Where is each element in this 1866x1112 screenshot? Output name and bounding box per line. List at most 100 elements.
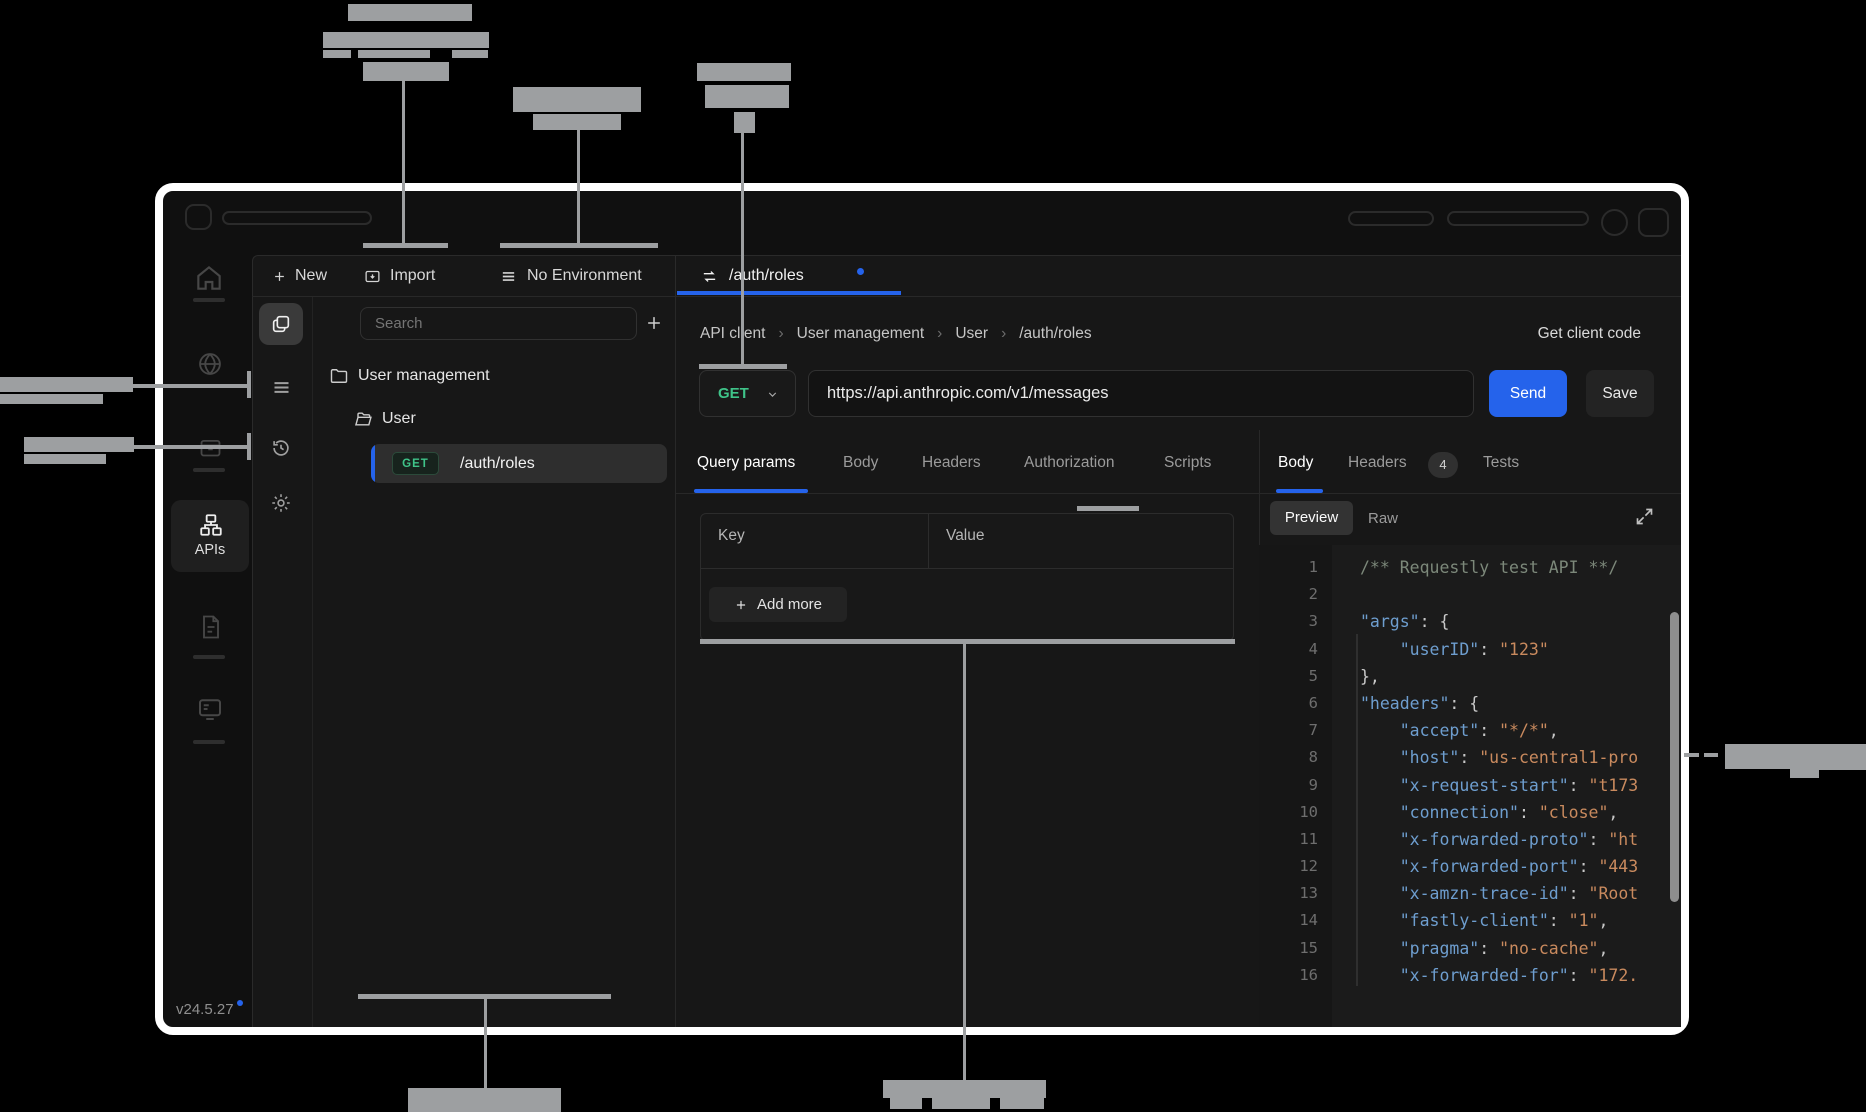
response-body-viewer[interactable]: 1/** Requestly test API **/23"args": {4 … (1259, 545, 1681, 1027)
chrome-circle-button[interactable] (1601, 209, 1628, 236)
sidebar-item-apis[interactable]: APIs (171, 500, 249, 572)
import-button[interactable]: Import (364, 264, 435, 288)
toolbar-divider (252, 296, 1681, 297)
search-input[interactable] (360, 307, 637, 340)
active-request-tab-underline (694, 489, 808, 493)
redacted-annotation (1818, 755, 1866, 770)
version-update-dot (237, 1000, 243, 1006)
preview-toggle[interactable]: Preview (1270, 501, 1353, 535)
new-label: New (295, 267, 327, 285)
code-line: 4 "userID": "123" (1259, 636, 1681, 663)
selected-accent-bar (371, 444, 375, 483)
apis-icon (198, 512, 224, 538)
code-line: 12 "x-forwarded-port": "443 (1259, 853, 1681, 880)
chevron-right-icon: › (937, 325, 942, 343)
file-icon[interactable] (197, 612, 225, 642)
redacted-annotation (323, 32, 489, 48)
raw-toggle[interactable]: Raw (1368, 510, 1398, 527)
folder-icon (329, 366, 349, 386)
response-tab-body[interactable]: Body (1278, 454, 1313, 472)
code-line: 11 "x-forwarded-proto": "ht (1259, 826, 1681, 853)
rail-item-collections[interactable] (259, 303, 303, 345)
annotation-tick (247, 371, 251, 398)
swap-arrows-icon (700, 268, 719, 285)
code-lines: 1/** Requestly test API **/23"args": {4 … (1259, 554, 1681, 989)
redacted-annotation (452, 50, 488, 58)
redacted-annotation (533, 114, 621, 130)
annotation-connector (134, 445, 247, 449)
redacted-annotation (705, 85, 789, 108)
expand-icon[interactable] (1634, 506, 1655, 527)
annotation-connector (133, 384, 247, 388)
url-input[interactable] (808, 370, 1474, 417)
redacted-annotation (348, 4, 472, 21)
method-select[interactable]: GET (699, 370, 796, 417)
rail-item-settings[interactable] (270, 492, 292, 514)
chevron-down-icon (766, 388, 779, 401)
response-tab-tests[interactable]: Tests (1483, 454, 1519, 472)
code-line: 8 "host": "us-central1-pro (1259, 744, 1681, 771)
breadcrumb-item[interactable]: User management (797, 325, 925, 343)
code-scrollbar[interactable] (1670, 612, 1679, 902)
annotation-connector (741, 133, 744, 364)
tab-authorization[interactable]: Authorization (1024, 454, 1114, 472)
params-value-header[interactable]: Value (946, 527, 985, 545)
apis-label: APIs (171, 542, 249, 558)
chrome-pill-right (1447, 211, 1589, 226)
code-line: 7 "accept": "*/*", (1259, 717, 1681, 744)
tree-item-folder[interactable]: User (353, 408, 416, 430)
add-more-button[interactable]: Add more (709, 587, 847, 622)
params-header-divider (701, 568, 1233, 569)
breadcrumb-item[interactable]: /auth/roles (1019, 325, 1091, 343)
environment-switcher[interactable]: No Environment (500, 264, 642, 288)
send-button[interactable]: Send (1489, 370, 1567, 417)
chrome-pill-left (1348, 211, 1434, 226)
annotation-tick (700, 639, 1235, 644)
sessions-monitor-icon[interactable] (195, 694, 225, 724)
globe-icon[interactable] (196, 350, 224, 378)
tab-divider (675, 255, 676, 296)
get-client-code-link[interactable]: Get client code (1441, 320, 1641, 348)
plus-icon (734, 598, 748, 612)
nav-label-skeleton (193, 298, 225, 302)
redacted-annotation (358, 50, 430, 58)
method-badge: GET (392, 452, 439, 475)
response-tab-headers[interactable]: Headers (1348, 454, 1407, 472)
tab-scripts[interactable]: Scripts (1164, 454, 1211, 472)
import-label: Import (390, 267, 435, 285)
annotation-connector (963, 644, 966, 1081)
tab-body[interactable]: Body (843, 454, 878, 472)
annotation-dash (1684, 753, 1699, 757)
tree-item-request-selected[interactable]: GET /auth/roles (371, 444, 667, 483)
import-icon (364, 268, 381, 285)
active-response-tab-underline (1276, 489, 1323, 493)
redacted-annotation (323, 50, 351, 58)
rail-item-history[interactable] (270, 437, 292, 459)
nav-label-skeleton (193, 468, 225, 472)
nav-label-skeleton (193, 740, 225, 744)
address-bar-skeleton[interactable] (222, 211, 372, 225)
tree-item-collection[interactable]: User management (329, 365, 490, 387)
unsaved-changes-dot (857, 268, 864, 275)
rail-item-menu[interactable] (271, 377, 292, 398)
tab-headers[interactable]: Headers (922, 454, 981, 472)
chrome-square-button[interactable] (1638, 208, 1669, 237)
breadcrumb-item[interactable]: User (955, 325, 988, 343)
annotation-tick (363, 243, 448, 248)
code-line: 16 "x-forwarded-for": "172. (1259, 962, 1681, 989)
params-column-divider (928, 514, 929, 568)
home-icon[interactable] (193, 262, 225, 294)
tab-query-params[interactable]: Query params (697, 454, 795, 472)
params-key-header[interactable]: Key (718, 527, 745, 545)
add-request-button[interactable] (644, 313, 664, 333)
breadcrumb-item[interactable]: API client (700, 325, 765, 343)
save-button[interactable]: Save (1586, 370, 1654, 417)
chevron-right-icon: › (778, 325, 783, 343)
new-button[interactable]: New (272, 264, 327, 288)
code-line: 5}, (1259, 663, 1681, 690)
window-control-icon[interactable] (185, 204, 212, 230)
annotation-connector (577, 130, 580, 243)
request-tab-auth-roles[interactable]: /auth/roles (700, 263, 804, 289)
environment-label: No Environment (527, 267, 642, 285)
code-line: 6"headers": { (1259, 690, 1681, 717)
